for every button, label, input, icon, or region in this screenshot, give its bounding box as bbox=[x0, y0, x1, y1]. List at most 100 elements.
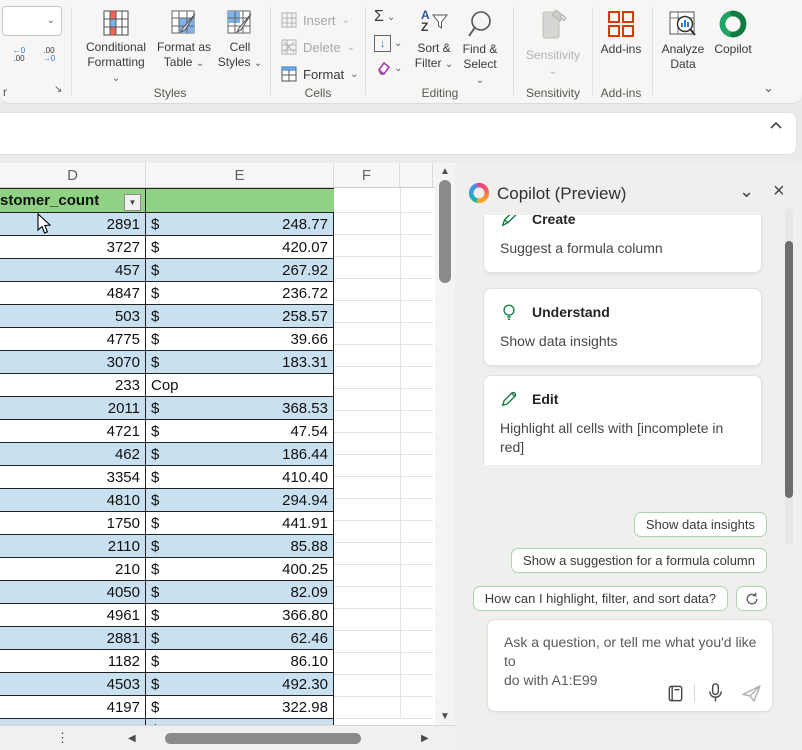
customer-count-cell[interactable]: 233 bbox=[0, 374, 146, 396]
microphone-icon[interactable] bbox=[706, 682, 725, 703]
average-order-value-cell[interactable]: $420.07 bbox=[146, 236, 334, 258]
customer-count-cell[interactable]: 457 bbox=[0, 259, 146, 281]
number-dialog-launcher-icon[interactable]: ↘ bbox=[54, 84, 62, 95]
table-row[interactable]: 4197$322.98 bbox=[0, 696, 334, 719]
average-order-value-cell[interactable]: $441.91 bbox=[146, 512, 334, 534]
average-order-value-cell[interactable]: $410.40 bbox=[146, 466, 334, 488]
average-order-value-cell[interactable]: Cop bbox=[146, 374, 334, 396]
prompt-guide-icon[interactable] bbox=[666, 684, 685, 703]
average-order-value-cell[interactable]: $400.25 bbox=[146, 558, 334, 580]
customer-count-cell[interactable]: 4810 bbox=[0, 489, 146, 511]
customer-count-cell[interactable]: 1750 bbox=[0, 512, 146, 534]
chip-highlight-filter-sort[interactable]: How can I highlight, filter, and sort da… bbox=[473, 586, 728, 611]
table-row[interactable]: 457$267.92 bbox=[0, 259, 334, 282]
average-order-value-cell[interactable]: $248.77 bbox=[146, 213, 334, 235]
pane-close-icon[interactable]: × bbox=[773, 180, 785, 203]
decrease-decimal-button[interactable]: .00 →0 bbox=[38, 47, 60, 63]
table-row[interactable]: 233Cop bbox=[0, 374, 334, 397]
average-order-value-cell[interactable]: $85.88 bbox=[146, 535, 334, 557]
table-row[interactable]: 503$258.57 bbox=[0, 305, 334, 328]
empty-cells-area[interactable] bbox=[334, 188, 433, 719]
scroll-down-arrow-icon[interactable]: ▼ bbox=[440, 712, 450, 722]
average-order-value-cell[interactable]: $39.66 bbox=[146, 328, 334, 350]
vertical-scrollbar[interactable]: ▲ ▼ bbox=[435, 163, 455, 725]
filter-dropdown-button[interactable]: ▼ bbox=[124, 194, 141, 211]
collapse-chevron-up-icon[interactable] bbox=[768, 118, 784, 134]
table-row[interactable]: 210$400.25 bbox=[0, 558, 334, 581]
average-order-value-cell[interactable]: $183.31 bbox=[146, 351, 334, 373]
customer-count-cell[interactable]: 4050 bbox=[0, 581, 146, 603]
scroll-up-arrow-icon[interactable]: ▲ bbox=[440, 167, 450, 177]
table-row[interactable]: 4050$82.09 bbox=[0, 581, 334, 604]
send-icon[interactable] bbox=[741, 684, 762, 703]
pane-scroll-thumb[interactable] bbox=[785, 241, 793, 498]
fill-button[interactable]: ↓ ⌄ bbox=[374, 35, 402, 52]
column-header-e[interactable]: E bbox=[146, 163, 334, 187]
customer-count-cell[interactable]: 462 bbox=[0, 443, 146, 465]
understand-card[interactable]: Understand Show data insights bbox=[483, 288, 762, 366]
average-order-value-cell[interactable]: $62.46 bbox=[146, 627, 334, 649]
customer-count-cell[interactable]: 3727 bbox=[0, 236, 146, 258]
vertical-scroll-thumb[interactable] bbox=[439, 180, 451, 283]
customer-count-cell[interactable]: 4847 bbox=[0, 282, 146, 304]
refresh-suggestions-button[interactable] bbox=[736, 586, 767, 611]
average-order-value-cell[interactable]: $258.57 bbox=[146, 305, 334, 327]
table-row[interactable]: 3070$183.31 bbox=[0, 351, 334, 374]
customer-count-cell[interactable]: 2881 bbox=[0, 627, 146, 649]
table-row[interactable]: 2881$62.46 bbox=[0, 627, 334, 650]
chip-formula-column-suggestion[interactable]: Show a suggestion for a formula column bbox=[511, 548, 767, 573]
format-as-table-button[interactable]: Format as Table ⌄ bbox=[153, 10, 215, 71]
sort-filter-button[interactable]: A Z Sort & Filter ⌄ bbox=[412, 10, 456, 72]
table-row[interactable]: 2891$248.77 bbox=[0, 213, 334, 236]
table-row[interactable]: 4775$39.66 bbox=[0, 328, 334, 351]
increase-decimal-button[interactable]: ←0 .00 bbox=[8, 47, 30, 63]
average-order-value-cell[interactable]: $82.09 bbox=[146, 581, 334, 603]
copilot-input[interactable]: Ask a question, or tell me what you'd li… bbox=[487, 619, 773, 712]
copilot-button[interactable]: Copilot bbox=[710, 10, 756, 57]
create-card[interactable]: Create Suggest a formula column bbox=[483, 215, 762, 273]
chip-show-data-insights[interactable]: Show data insights bbox=[634, 512, 767, 537]
conditional-formatting-button[interactable]: Conditional Formatting ⌄ bbox=[82, 10, 150, 86]
average-order-value-cell[interactable]: $86.10 bbox=[146, 650, 334, 672]
table-row[interactable]: 1750$441.91 bbox=[0, 512, 334, 535]
table-row[interactable]: 2110$85.88 bbox=[0, 535, 334, 558]
scroll-left-arrow-icon[interactable]: ◀ bbox=[128, 734, 136, 744]
table-row[interactable]: 4847$236.72 bbox=[0, 282, 334, 305]
ribbon-overflow-chevron-icon[interactable]: ⌄ bbox=[763, 80, 774, 96]
table-row[interactable]: 462$186.44 bbox=[0, 443, 334, 466]
table-row[interactable]: 4721$47.54 bbox=[0, 420, 334, 443]
pane-scrollbar[interactable] bbox=[785, 208, 793, 545]
customer-count-cell[interactable]: 2011 bbox=[0, 397, 146, 419]
average-order-value-cell[interactable]: $294.94 bbox=[146, 489, 334, 511]
addins-button[interactable]: Add-ins bbox=[596, 10, 646, 57]
average-order-value-cell[interactable]: $366.80 bbox=[146, 604, 334, 626]
customer-count-cell[interactable]: 210 bbox=[0, 558, 146, 580]
customer-count-cell[interactable]: 4961 bbox=[0, 604, 146, 626]
scroll-right-arrow-icon[interactable]: ▶ bbox=[421, 734, 429, 744]
table-row[interactable]: 4810$294.94 bbox=[0, 489, 334, 512]
customer-count-cell[interactable]: 4775 bbox=[0, 328, 146, 350]
analyze-data-button[interactable]: Analyze Data bbox=[658, 10, 708, 72]
average-order-value-cell[interactable]: $186.44 bbox=[146, 443, 334, 465]
clear-button[interactable]: ⌄ bbox=[374, 61, 402, 76]
customer-count-cell[interactable]: 503 bbox=[0, 305, 146, 327]
horizontal-scroll-thumb[interactable] bbox=[165, 733, 361, 744]
customer-count-cell[interactable]: 2110 bbox=[0, 535, 146, 557]
customer-count-cell[interactable]: 2891 bbox=[0, 213, 146, 235]
column-header-d[interactable]: D bbox=[0, 163, 146, 187]
table-row[interactable]: 3727$420.07 bbox=[0, 236, 334, 259]
average-order-value-cell[interactable]: $322.98 bbox=[146, 696, 334, 718]
format-button[interactable]: Format ⌄ bbox=[281, 66, 359, 82]
customer-count-cell[interactable]: 1182 bbox=[0, 650, 146, 672]
average-order-value-cell[interactable]: $368.53 bbox=[146, 397, 334, 419]
edit-card[interactable]: Edit Highlight all cells with [incomplet… bbox=[483, 375, 762, 465]
average-order-value-cell[interactable]: $492.30 bbox=[146, 673, 334, 695]
column-header-partial[interactable] bbox=[400, 163, 433, 187]
average-order-value-cell[interactable]: $267.92 bbox=[146, 259, 334, 281]
table-row[interactable]: 4503$492.30 bbox=[0, 673, 334, 696]
find-select-button[interactable]: Find & Select ⌄ bbox=[458, 10, 502, 88]
average-order-value-cell[interactable]: $236.72 bbox=[146, 282, 334, 304]
customer-count-cell[interactable]: 3354 bbox=[0, 466, 146, 488]
autosum-button[interactable]: Σ ⌄ bbox=[374, 8, 395, 26]
number-format-combo[interactable]: ⌄ bbox=[2, 6, 62, 36]
